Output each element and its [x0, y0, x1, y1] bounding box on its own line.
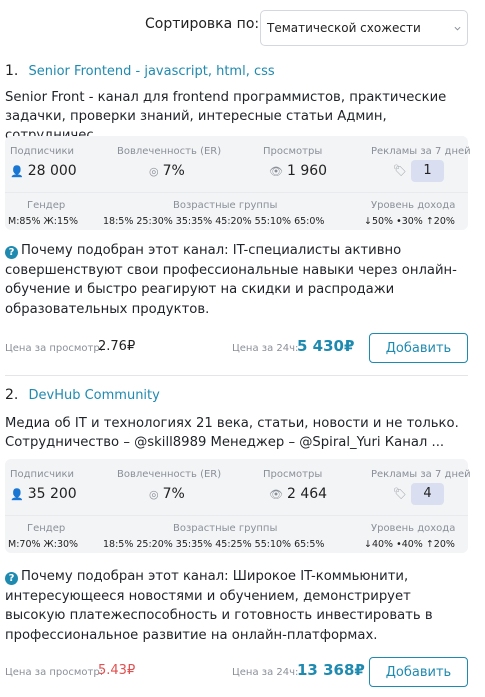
channel-name-link[interactable]: Senior Frontend - javascript, html, css [29, 64, 275, 79]
question-icon: ? [5, 572, 18, 585]
engagement-icon: ◎ [149, 487, 159, 501]
add-button[interactable]: Добавить [369, 657, 468, 687]
sort-row: Сортировка по: Тематической схожести [0, 8, 485, 46]
tag-icon: 🏷 [393, 164, 407, 177]
chevron-down-icon [454, 26, 461, 31]
channel-stats: Подписчики Вовлеченность (ER) Просмотры … [5, 136, 471, 230]
price-24h-value: 5 430₽ [297, 337, 355, 355]
question-icon: ? [5, 246, 18, 259]
age-value: 18:5% 25:30% 35:35% 45:20% 55:10% 65:0% [103, 216, 325, 227]
ads-count-badge: 4 [411, 483, 444, 505]
tag-icon: 🏷 [393, 487, 407, 500]
why-text: ? Почему подобран этот канал: Широкое IT-… [5, 567, 475, 645]
subscribers-value: 28 000 [27, 163, 77, 179]
user-icon: 👤 [10, 487, 24, 501]
subscribers-label: Подписчики [10, 469, 75, 480]
channel-name-link[interactable]: DevHub Community [29, 388, 160, 403]
engagement-label: Вовлеченность (ER) [117, 146, 222, 157]
sort-select-value: Тематической схожести [267, 21, 421, 35]
price-row: Цена за просмотр: 2.76₽ Цена за 24ч: 5 4… [0, 333, 485, 363]
income-label: Уровень дохода [371, 523, 456, 534]
engagement-label: Вовлеченность (ER) [117, 469, 222, 480]
price-per-view-label: Цена за просмотр: [5, 343, 104, 354]
stats-divider [5, 515, 468, 516]
sort-label: Сортировка по: [145, 16, 260, 32]
views-label: Просмотры [263, 469, 323, 480]
user-icon: 👤 [10, 164, 24, 178]
views-label: Просмотры [263, 146, 323, 157]
ads-label: Рекламы за 7 дней [371, 146, 471, 157]
eye-icon: 👁 [269, 164, 283, 178]
age-label: Возрастные группы [173, 200, 278, 211]
why-text-content: Почему подобран этот канал: Широкое IT-к… [5, 569, 433, 643]
channel-description: Медиа об IT и технологиях 21 века, стать… [5, 416, 459, 450]
subscribers-label: Подписчики [10, 146, 75, 157]
income-value: ↓50% •30% ↑20% [364, 216, 455, 227]
views-value: 1 960 [286, 163, 328, 179]
subscribers-value: 35 200 [27, 486, 77, 502]
price-per-view-label: Цена за просмотр: [5, 667, 104, 678]
gender-label: Гендер [27, 200, 66, 211]
channel-title: 2. DevHub Community [5, 387, 160, 403]
why-text-content: Почему подобран этот канал: IT-специалис… [5, 243, 457, 317]
gender-label: Гендер [27, 523, 66, 534]
ads-label: Рекламы за 7 дней [371, 469, 471, 480]
engagement-value: 7% [162, 163, 185, 179]
card-divider [5, 375, 468, 376]
stats-divider [5, 192, 468, 193]
eye-icon: 👁 [269, 487, 283, 501]
gender-value: М:85% Ж:15% [8, 216, 79, 227]
channel-index: 2. [5, 387, 19, 403]
income-value: ↓40% •40% ↑20% [364, 539, 455, 550]
engagement-icon: ◎ [149, 164, 159, 178]
channel-index: 1. [5, 63, 19, 79]
price-24h-label: Цена за 24ч: [232, 667, 299, 678]
engagement-value: 7% [162, 486, 185, 502]
income-label: Уровень дохода [371, 200, 456, 211]
gender-value: М:70% Ж:30% [8, 539, 79, 550]
ads-count-badge: 1 [411, 160, 444, 182]
price-row: Цена за просмотр: 5.43₽ Цена за 24ч: 13 … [0, 657, 485, 687]
channel-title: 1. Senior Frontend - javascript, html, c… [5, 63, 275, 79]
sort-select[interactable]: Тематической схожести [260, 10, 468, 46]
why-text: ? Почему подобран этот канал: IT-специали… [5, 241, 475, 319]
add-button[interactable]: Добавить [369, 333, 468, 363]
age-value: 18:5% 25:20% 35:35% 45:25% 55:10% 65:5% [103, 539, 325, 550]
price-per-view-value: 5.43₽ [98, 663, 136, 678]
channel-stats: Подписчики Вовлеченность (ER) Просмотры … [5, 459, 471, 553]
price-24h-label: Цена за 24ч: [232, 343, 299, 354]
price-24h-value: 13 368₽ [297, 661, 365, 679]
price-per-view-value: 2.76₽ [98, 339, 136, 354]
views-value: 2 464 [286, 486, 328, 502]
age-label: Возрастные группы [173, 523, 278, 534]
